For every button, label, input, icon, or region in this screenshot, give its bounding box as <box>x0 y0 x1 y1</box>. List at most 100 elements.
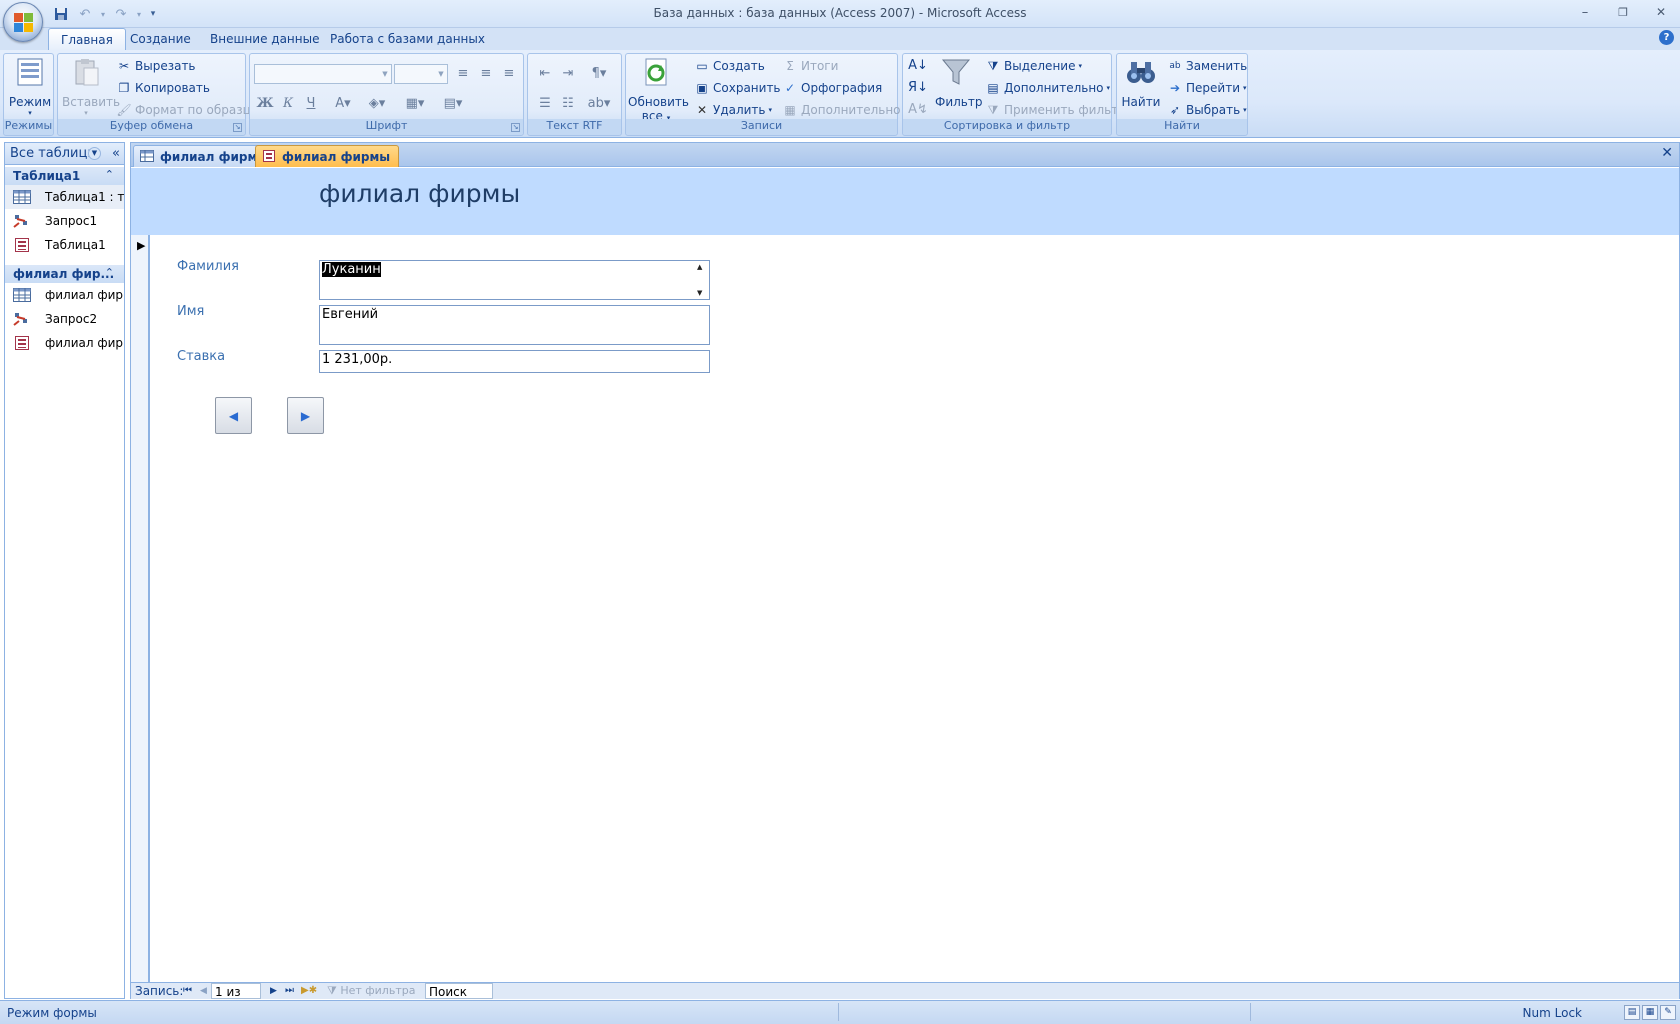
nav-item-table[interactable]: филиал фир... <box>5 283 124 307</box>
record-selector[interactable]: ▶ <box>131 235 150 982</box>
copy-button[interactable]: ❐ Копировать <box>116 78 210 98</box>
next-record-button[interactable]: ▶ <box>287 397 324 434</box>
align-center-icon[interactable]: ≡ <box>475 64 497 84</box>
previous-record-button[interactable]: ◀ <box>215 397 252 434</box>
restore-button[interactable]: ❐ <box>1604 0 1642 24</box>
font-color-icon[interactable]: A▾ <box>328 94 358 114</box>
replace-button[interactable]: ab Заменить <box>1167 56 1247 76</box>
find-button[interactable]: Найти <box>1121 56 1161 109</box>
save-record-button[interactable]: ▣ Сохранить <box>694 78 780 98</box>
numbered-list-icon[interactable]: ☰ <box>534 94 556 114</box>
decrease-indent-icon[interactable]: ⇤ <box>534 64 556 84</box>
view-button[interactable]: Режим ▾ <box>8 56 52 117</box>
tab-home[interactable]: Главная <box>48 28 126 50</box>
bold-button[interactable]: Ж <box>254 94 276 114</box>
collapse-group-icon[interactable]: ⌃ <box>105 266 114 279</box>
align-left-icon[interactable]: ≡ <box>452 64 474 84</box>
apply-filter-button[interactable]: ⧩ Применить фильтр <box>985 100 1126 120</box>
nav-item-query[interactable]: Запрос1 <box>5 209 124 233</box>
collapse-group-icon[interactable]: ⌃ <box>105 168 114 181</box>
clear-sort-icon[interactable]: A↯ <box>907 100 929 120</box>
document-area: филиал фирмы филиал фирмы ✕ филиал фирмы… <box>130 142 1680 1015</box>
nav-group-filial[interactable]: филиал фир... ⌃ <box>5 265 124 283</box>
no-filter-button[interactable]: ⧩ Нет фильтра <box>327 983 415 999</box>
title-bar: ↶ ▾ ↷ ▾ ▾ База данных : база данных (Acc… <box>0 0 1680 28</box>
nav-item-table[interactable]: Таблица1 : т... <box>5 185 124 209</box>
font-size-combo[interactable]: ▼ <box>394 64 448 84</box>
form-icon <box>15 336 29 350</box>
close-document-icon[interactable]: ✕ <box>1661 145 1673 161</box>
nav-item-query[interactable]: Запрос2 <box>5 307 124 331</box>
sort-ascending-icon[interactable]: A↓ <box>907 56 929 76</box>
rate-field[interactable]: 1 231,00р. <box>319 350 710 373</box>
tab-database-tools[interactable]: Работа с базами данных <box>318 28 497 50</box>
collapse-pane-icon[interactable]: « <box>112 146 120 161</box>
minimize-button[interactable]: – <box>1566 0 1604 24</box>
selection-button[interactable]: ⧩ Выделение ▾ <box>985 56 1082 76</box>
align-right-icon[interactable]: ≡ <box>498 64 520 84</box>
query-icon <box>13 215 27 228</box>
nav-item-label: Запрос2 <box>45 312 98 326</box>
name-field[interactable]: Евгений <box>319 305 710 345</box>
window-controls: – ❐ ✕ <box>1566 0 1680 24</box>
form-title: филиал фирмы <box>319 179 521 208</box>
last-record-icon[interactable]: ⏭ <box>285 983 294 999</box>
surname-field[interactable]: Луканин ▲ ▼ <box>319 260 710 300</box>
format-painter-button[interactable]: 🖌 Формат по образцу <box>116 100 258 120</box>
nav-item-form[interactable]: филиал фир... <box>5 331 124 355</box>
dialog-launcher-icon[interactable]: ↘ <box>511 123 520 132</box>
form-header: филиал фирмы <box>131 168 1679 235</box>
design-view-icon[interactable]: ✎ <box>1660 1005 1676 1020</box>
scroll-down-icon[interactable]: ▼ <box>697 289 702 297</box>
refresh-label-1: Обновить <box>628 95 689 109</box>
dialog-launcher-icon[interactable]: ↘ <box>233 123 242 132</box>
close-button[interactable]: ✕ <box>1642 0 1680 24</box>
scroll-up-icon[interactable]: ▲ <box>697 263 702 271</box>
paragraph-direction-icon[interactable]: ¶▾ <box>582 64 616 84</box>
doc-tab-form[interactable]: филиал фирмы <box>255 145 400 167</box>
gridlines-icon[interactable]: ▦▾ <box>400 94 430 114</box>
nav-item-form[interactable]: Таблица1 <box>5 233 124 257</box>
highlight-icon[interactable]: ab▾ <box>582 94 616 114</box>
surname-scrollbar[interactable]: ▲ ▼ <box>695 261 709 299</box>
italic-button[interactable]: К <box>277 94 299 114</box>
alternate-fill-icon[interactable]: ▤▾ <box>436 94 470 114</box>
spelling-button[interactable]: ✓ Орфография <box>782 78 882 98</box>
increase-indent-icon[interactable]: ⇥ <box>557 64 579 84</box>
new-record-nav-icon[interactable]: ▶✱ <box>301 983 317 999</box>
delete-record-button[interactable]: ✕ Удалить ▾ <box>694 100 772 120</box>
goto-button[interactable]: ➔ Перейти ▾ <box>1167 78 1247 98</box>
totals-button[interactable]: Σ Итоги <box>782 56 838 76</box>
chevron-down-icon[interactable]: ▼ <box>88 147 101 160</box>
refresh-all-button[interactable]: Обновить все ▾ <box>628 56 689 123</box>
font-name-combo[interactable]: ▼ <box>254 64 392 84</box>
select-button[interactable]: ➶ Выбрать ▾ <box>1167 100 1247 120</box>
first-record-icon[interactable]: ⏮ <box>183 983 192 999</box>
new-record-button[interactable]: ▭ Создать <box>694 56 765 76</box>
layout-view-icon[interactable]: ▦ <box>1642 1005 1658 1020</box>
nav-pane-header[interactable]: Все таблицы ▼ « <box>5 143 124 165</box>
fill-color-icon[interactable]: ◈▾ <box>362 94 392 114</box>
record-search-input[interactable]: Поиск <box>425 983 493 999</box>
nav-group-tablica1[interactable]: Таблица1 ⌃ <box>5 167 124 185</box>
help-icon[interactable]: ? <box>1659 30 1674 45</box>
underline-button[interactable]: Ч <box>300 94 322 114</box>
group-font-label: Шрифт <box>250 119 523 135</box>
bullet-list-icon[interactable]: ☷ <box>557 94 579 114</box>
more-records-button[interactable]: ▦ Дополнительно ▾ <box>782 100 907 120</box>
tab-external-data[interactable]: Внешние данные <box>198 28 331 50</box>
paste-button[interactable]: Вставить ▾ <box>62 56 120 117</box>
office-button[interactable] <box>3 2 43 42</box>
form-view-icon[interactable]: ▤ <box>1624 1005 1640 1020</box>
tab-create[interactable]: Создание <box>118 28 203 50</box>
save-record-icon: ▣ <box>696 81 708 95</box>
copy-label: Копировать <box>135 81 210 95</box>
sort-descending-icon[interactable]: Я↓ <box>907 78 929 98</box>
window-title: База данных : база данных (Access 2007) … <box>653 6 1027 20</box>
advanced-filter-button[interactable]: ▤ Дополнительно ▾ <box>985 78 1110 98</box>
record-position-field[interactable]: 1 из 11 <box>211 983 261 1015</box>
prev-record-icon[interactable]: ◀ <box>200 983 207 999</box>
next-record-icon[interactable]: ▶ <box>270 983 277 999</box>
cut-button[interactable]: ✂ Вырезать <box>116 56 196 76</box>
filter-button[interactable]: Фильтр <box>935 56 982 109</box>
